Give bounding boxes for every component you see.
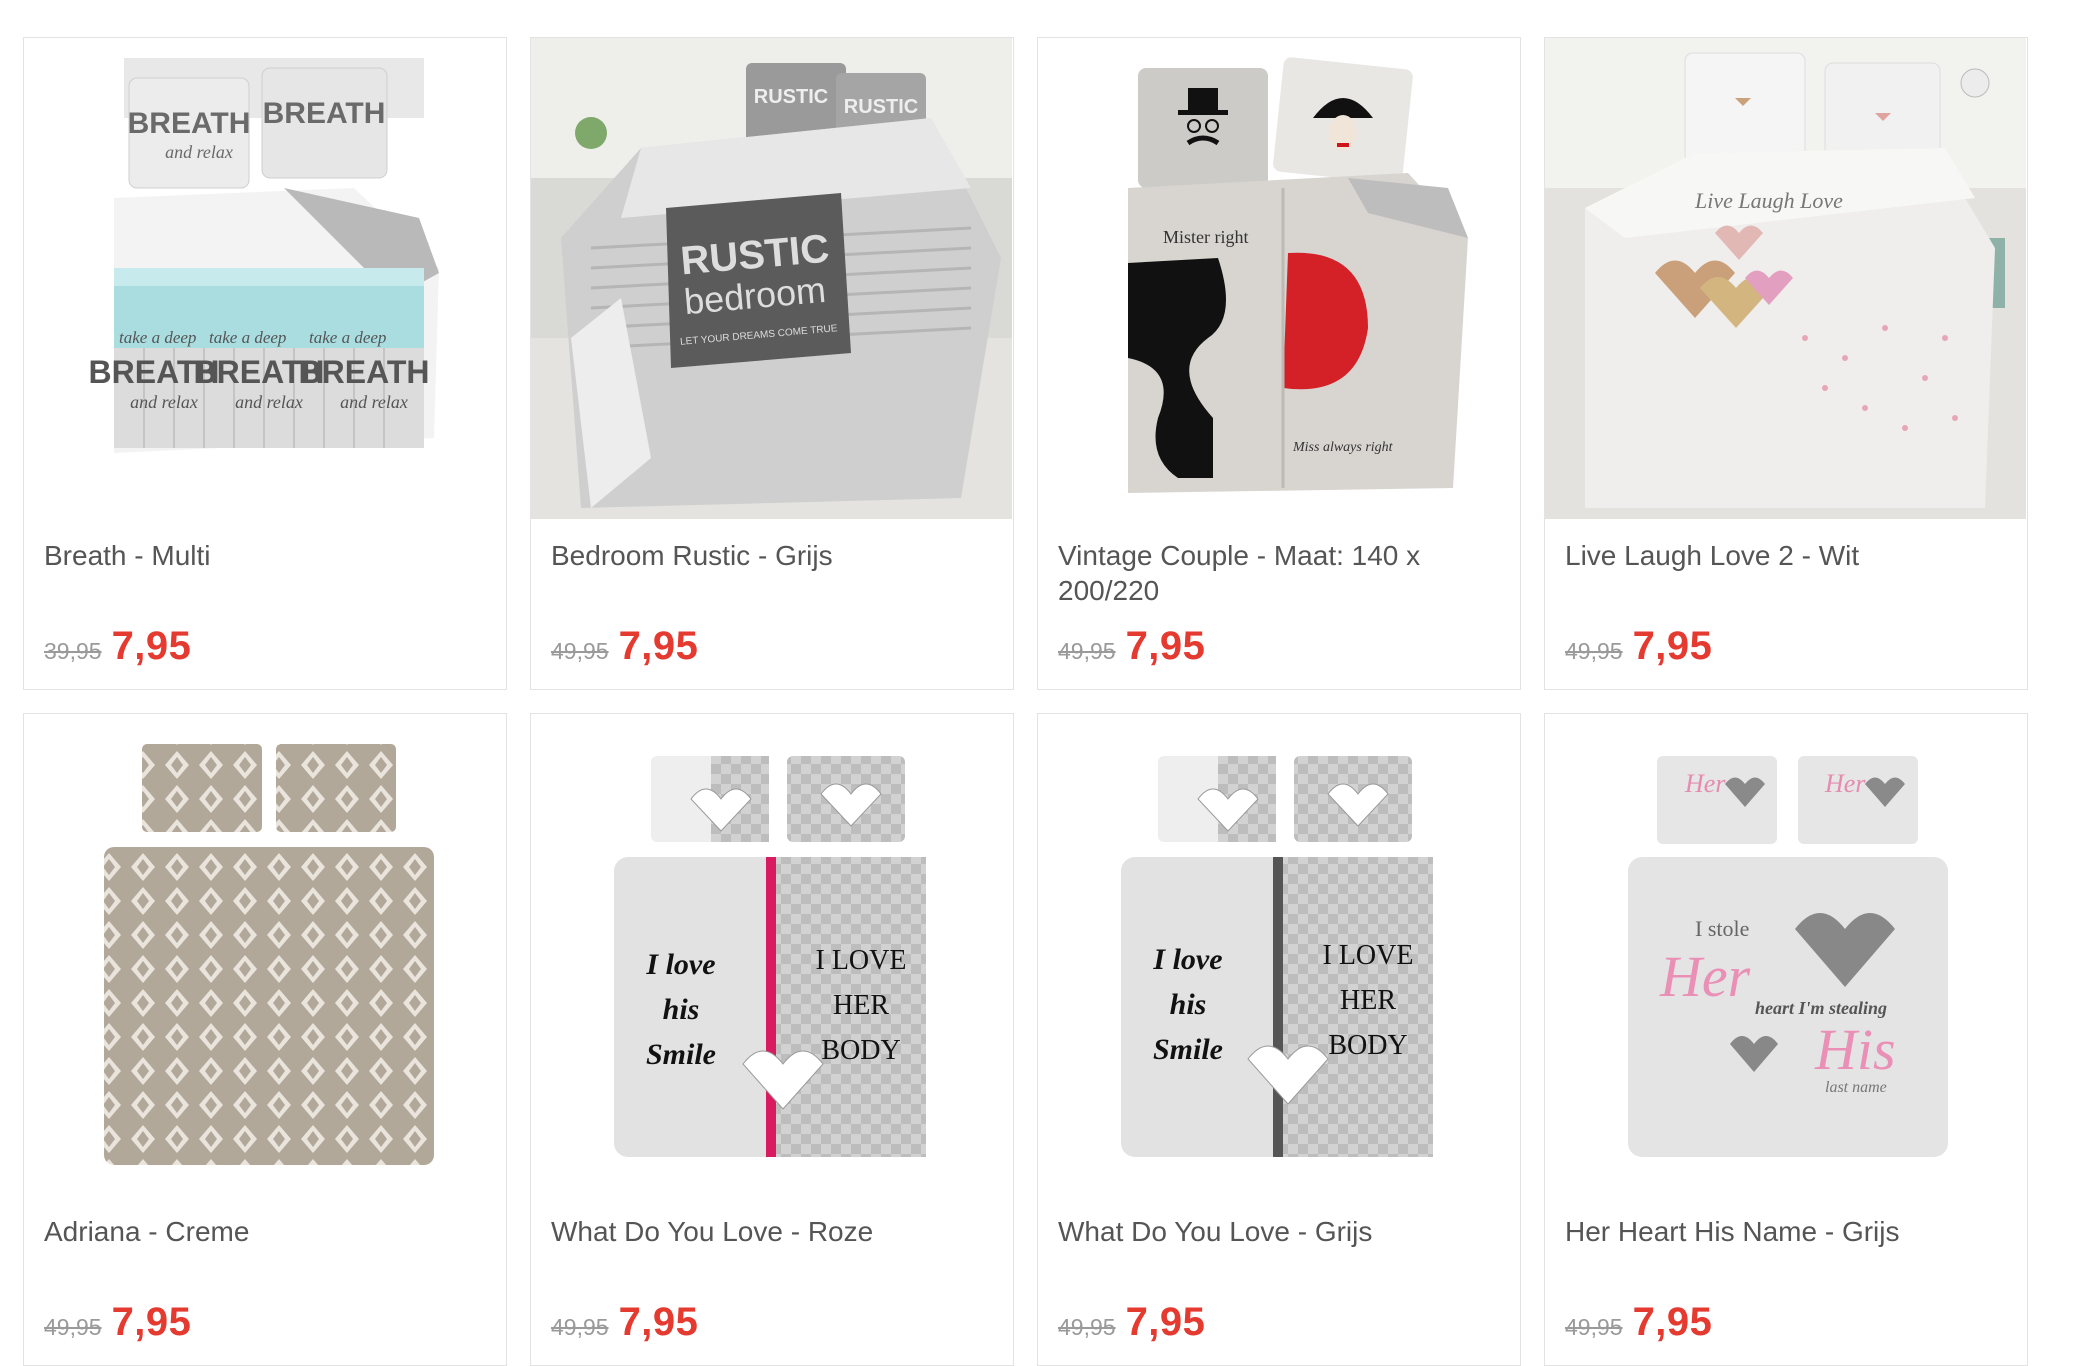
svg-text:His: His: [1814, 1017, 1896, 1082]
old-price: 49,95: [1565, 638, 1623, 664]
product-card[interactable]: I love his Smile I LOVE HER BODY What Do…: [530, 713, 1014, 1366]
product-title[interactable]: Adriana - Creme: [44, 1214, 486, 1249]
svg-text:I LOVE: I LOVE: [816, 945, 907, 976]
svg-text:Smile: Smile: [646, 1038, 716, 1071]
svg-text:and relax: and relax: [130, 392, 198, 412]
duvet-rustic-icon: RUSTIC bedroom LET YOUR DREAMS COME TRUE…: [531, 38, 1012, 519]
svg-text:Mister right: Mister right: [1163, 227, 1249, 247]
product-title[interactable]: Her Heart His Name - Grijs: [1565, 1214, 2007, 1249]
product-card[interactable]: I love his Smile I LOVE HER BODY What Do…: [1037, 713, 1521, 1366]
svg-text:BREATH: BREATH: [128, 107, 251, 140]
svg-text:I LOVE: I LOVE: [1323, 940, 1414, 971]
duvet-breath-icon: BREATH BREATH and relax take a deep take…: [24, 38, 505, 519]
sale-price: 7,95: [618, 1300, 699, 1344]
svg-text:his: his: [1170, 988, 1207, 1021]
product-card[interactable]: Live Laugh Love Live Laugh Love 2 - Wit …: [1544, 37, 2028, 690]
duvet-love-pink-icon: I love his Smile I LOVE HER BODY: [531, 714, 1012, 1195]
svg-text:and relax: and relax: [165, 142, 233, 162]
svg-text:his: his: [663, 993, 700, 1026]
svg-text:take a deep: take a deep: [119, 328, 196, 347]
product-image[interactable]: [24, 714, 505, 1195]
product-title[interactable]: Breath - Multi: [44, 538, 486, 573]
product-title[interactable]: What Do You Love - Roze: [551, 1214, 993, 1249]
product-card[interactable]: Her Her I stole Her heart I'm stealing H…: [1544, 713, 2028, 1366]
svg-text:take a deep: take a deep: [309, 328, 386, 347]
product-image[interactable]: I love his Smile I LOVE HER BODY: [1038, 714, 1519, 1195]
old-price: 49,95: [1565, 1314, 1623, 1340]
svg-text:BODY: BODY: [821, 1035, 900, 1066]
product-card[interactable]: RUSTIC bedroom LET YOUR DREAMS COME TRUE…: [530, 37, 1014, 690]
svg-text:and relax: and relax: [340, 392, 408, 412]
duvet-vintage-couple-icon: Mister right Miss always right: [1038, 38, 1519, 519]
sale-price: 7,95: [1125, 1300, 1206, 1344]
price-block: 49,95 7,95: [1058, 624, 1205, 669]
product-image[interactable]: Her Her I stole Her heart I'm stealing H…: [1545, 714, 2026, 1195]
svg-text:Her: Her: [1659, 944, 1751, 1009]
old-price: 49,95: [1058, 1314, 1116, 1340]
svg-text:BREATH: BREATH: [299, 354, 430, 390]
price-block: 39,95 7,95: [44, 624, 191, 669]
svg-text:HER: HER: [833, 990, 889, 1021]
duvet-hearts-icon: Live Laugh Love: [1545, 38, 2026, 519]
old-price: 49,95: [551, 638, 609, 664]
svg-text:take a deep: take a deep: [209, 328, 286, 347]
price-block: 49,95 7,95: [1565, 1300, 1712, 1345]
product-image[interactable]: Mister right Miss always right: [1038, 38, 1519, 519]
svg-text:Live Laugh Love: Live Laugh Love: [1694, 188, 1843, 213]
price-block: 49,95 7,95: [551, 624, 698, 669]
product-image[interactable]: I love his Smile I LOVE HER BODY: [531, 714, 1012, 1195]
sale-price: 7,95: [618, 624, 699, 668]
product-title[interactable]: Vintage Couple - Maat: 140 x 200/220: [1058, 538, 1500, 608]
svg-text:RUSTIC: RUSTIC: [754, 86, 828, 108]
svg-text:Her: Her: [1684, 769, 1726, 798]
product-image[interactable]: RUSTIC bedroom LET YOUR DREAMS COME TRUE…: [531, 38, 1012, 519]
svg-text:BODY: BODY: [1328, 1030, 1407, 1061]
product-grid: BREATH BREATH and relax take a deep take…: [23, 37, 2028, 1366]
svg-text:HER: HER: [1340, 985, 1396, 1016]
product-card[interactable]: Mister right Miss always right Vintage C…: [1037, 37, 1521, 690]
svg-text:BREATH: BREATH: [263, 97, 386, 130]
sale-price: 7,95: [1125, 624, 1206, 668]
old-price: 49,95: [44, 1314, 102, 1340]
svg-text:heart I'm stealing: heart I'm stealing: [1755, 998, 1887, 1018]
product-title[interactable]: Live Laugh Love 2 - Wit: [1565, 538, 2007, 573]
svg-text:Her: Her: [1824, 769, 1866, 798]
sale-price: 7,95: [111, 1300, 192, 1344]
svg-text:I stole: I stole: [1695, 916, 1749, 941]
price-block: 49,95 7,95: [1058, 1300, 1205, 1345]
svg-text:and relax: and relax: [235, 392, 303, 412]
product-card[interactable]: Adriana - Creme 49,95 7,95: [23, 713, 507, 1366]
old-price: 49,95: [1058, 638, 1116, 664]
svg-text:Smile: Smile: [1153, 1033, 1223, 1066]
price-block: 49,95 7,95: [551, 1300, 698, 1345]
product-card[interactable]: BREATH BREATH and relax take a deep take…: [23, 37, 507, 690]
duvet-love-grey-icon: I love his Smile I LOVE HER BODY: [1038, 714, 1519, 1195]
sale-price: 7,95: [1632, 1300, 1713, 1344]
svg-text:I love: I love: [1152, 943, 1222, 976]
svg-text:Miss always right: Miss always right: [1292, 440, 1394, 455]
product-title[interactable]: Bedroom Rustic - Grijs: [551, 538, 993, 573]
svg-text:RUSTIC: RUSTIC: [844, 96, 918, 118]
svg-text:I love: I love: [645, 948, 715, 981]
svg-text:last name: last name: [1825, 1079, 1887, 1096]
duvet-her-heart-icon: Her Her I stole Her heart I'm stealing H…: [1545, 714, 2026, 1195]
duvet-damask-icon: [24, 714, 505, 1195]
price-block: 49,95 7,95: [44, 1300, 191, 1345]
product-title[interactable]: What Do You Love - Grijs: [1058, 1214, 1500, 1249]
sale-price: 7,95: [1632, 624, 1713, 668]
price-block: 49,95 7,95: [1565, 624, 1712, 669]
old-price: 39,95: [44, 638, 102, 664]
product-image[interactable]: BREATH BREATH and relax take a deep take…: [24, 38, 505, 519]
sale-price: 7,95: [111, 624, 192, 668]
old-price: 49,95: [551, 1314, 609, 1340]
product-image[interactable]: Live Laugh Love: [1545, 38, 2026, 519]
